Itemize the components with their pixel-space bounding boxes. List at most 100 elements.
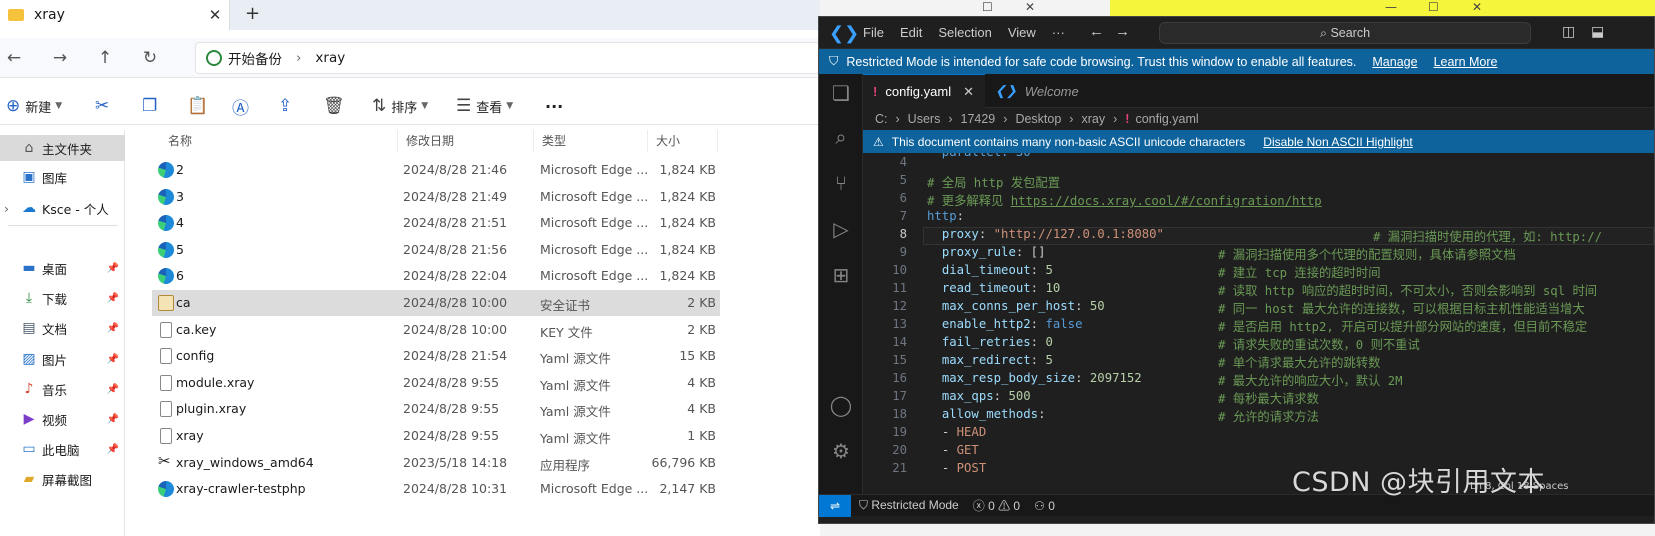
code-editor[interactable]: parallel: 30 4 5 # 全局 http 发包配置 6 # 更多解释见 ht… — [863, 153, 1654, 494]
file-row[interactable]: 6 2024/8/28 22:04 Microsoft Edge ... 1,824 … — [152, 263, 720, 289]
sidebar-item-4[interactable]: ⤓ 下载 📌 — [0, 285, 125, 311]
forward-arrow-icon[interactable]: → — [1115, 23, 1130, 40]
menu-item-3[interactable]: View — [1008, 25, 1036, 40]
file-row[interactable]: 2 2024/8/28 21:46 Microsoft Edge ... 1,824 … — [152, 157, 720, 183]
maximize-icon[interactable]: ☐ — [982, 0, 993, 14]
chevron-down-icon: ▼ — [55, 101, 63, 111]
remote-icon[interactable]: ⇌ — [819, 494, 851, 517]
view-button[interactable]: ☰ 查看 ▼ — [456, 95, 513, 117]
account-icon[interactable]: ◯ — [819, 386, 863, 426]
column-header-size[interactable]: 大小 — [648, 130, 718, 152]
sidebar-item-10[interactable]: ▰ 屏幕截图 — [0, 466, 125, 492]
minimize-icon[interactable]: — — [1385, 0, 1397, 14]
run-debug-icon[interactable]: ▷ — [819, 210, 863, 250]
breadcrumb-item[interactable]: Desktop — [1015, 112, 1061, 126]
sidebar-item-3[interactable]: ▬ 桌面 📌 — [0, 255, 125, 281]
sidebar-item-6[interactable]: ▨ 图片 📌 — [0, 346, 125, 372]
file-row[interactable]: 3 2024/8/28 21:49 Microsoft Edge ... 1,824 … — [152, 184, 720, 210]
back-icon[interactable]: ← — [0, 46, 28, 70]
close-icon[interactable]: ✕ — [1025, 0, 1035, 14]
sidebar-item-7[interactable]: ♪ 音乐 📌 — [0, 376, 125, 402]
file-row[interactable]: config 2024/8/28 21:54 Yaml 源文件 15 KB — [152, 343, 720, 369]
file-row[interactable]: ✂ xray_windows_amd64 2023/5/18 14:18 应用程序 66… — [152, 450, 720, 476]
file-icon — [160, 428, 172, 444]
close-icon[interactable]: ✕ — [963, 84, 974, 100]
breadcrumb-item[interactable]: 17429 — [961, 112, 996, 126]
file-row[interactable]: plugin.xray 2024/8/28 9:55 Yaml 源文件 4 KB — [152, 396, 720, 422]
source-control-icon[interactable]: ⑂ — [819, 164, 863, 204]
rename-button[interactable]: Ⓐ — [232, 95, 254, 119]
toggle-primary-sidebar-icon[interactable]: ◫ — [1562, 23, 1575, 40]
explorer-tab[interactable]: xray ✕ — [0, 0, 230, 30]
restricted-mode-banner: ⛉ Restricted Mode is intended for safe c… — [819, 49, 1654, 74]
breadcrumb-item[interactable]: C: — [875, 112, 888, 126]
file-row[interactable]: 5 2024/8/28 21:56 Microsoft Edge ... 1,824 … — [152, 237, 720, 263]
cut-button[interactable]: ✂ — [95, 95, 114, 117]
file-name: plugin.xray — [176, 401, 247, 417]
close-tab-icon[interactable]: ✕ — [201, 6, 229, 24]
learn-more-link[interactable]: Learn More — [1434, 55, 1498, 69]
sidebar-item-8[interactable]: ▶ 视频 📌 — [0, 406, 125, 432]
file-row[interactable]: ca.key 2024/8/28 10:00 KEY 文件 2 KB — [152, 317, 720, 343]
close-icon[interactable]: ✕ — [1472, 0, 1482, 14]
breadcrumb-item[interactable]: config.yaml — [1135, 112, 1198, 126]
column-header-type[interactable]: 类型 — [534, 130, 648, 152]
manage-link[interactable]: Manage — [1372, 55, 1417, 69]
sort-button[interactable]: ⇅ 排序 ▼ — [372, 95, 428, 117]
refresh-icon[interactable]: ↻ — [136, 46, 164, 70]
delete-button[interactable]: 🗑 — [323, 95, 350, 117]
status-problems[interactable]: ⓧ 0 ⚠ 0 — [973, 497, 1020, 514]
line-number: 13 — [892, 317, 907, 331]
disable-highlight-link[interactable]: Disable Non ASCII Highlight — [1263, 135, 1412, 149]
file-row[interactable]: module.xray 2024/8/28 9:55 Yaml 源文件 4 KB — [152, 370, 720, 396]
breadcrumb-item[interactable]: Users — [908, 112, 941, 126]
up-icon[interactable]: ↑ — [91, 46, 119, 70]
file-name: 2 — [176, 162, 184, 177]
more-button[interactable]: ··· — [545, 95, 563, 117]
line-number: 15 — [892, 353, 907, 367]
settings-gear-icon[interactable]: ⚙ — [819, 432, 863, 472]
edge-icon — [158, 215, 174, 232]
new-button-label: 新建 — [25, 100, 52, 116]
tab-config-yaml[interactable]: ! config.yaml ✕ — [863, 74, 985, 108]
sidebar-item-5[interactable]: ▤ 文档 📌 — [0, 315, 125, 341]
address-input[interactable]: 开始备份 › xray — [195, 42, 820, 74]
pin-icon: 📌 — [106, 322, 119, 334]
new-button[interactable]: ⊕ 新建 ▼ — [6, 95, 62, 117]
file-row[interactable]: xray-crawler-testphp 2024/8/28 10:31 Micro… — [152, 476, 720, 502]
explorer-files-icon[interactable]: ❏ — [819, 74, 863, 114]
pin-icon: 📌 — [106, 292, 119, 304]
status-restricted-mode[interactable]: ⛉ Restricted Mode — [859, 498, 959, 513]
breadcrumb-item-root[interactable]: 开始备份 — [228, 48, 282, 68]
menu-item-1[interactable]: Edit — [900, 25, 922, 40]
file-row[interactable]: xray 2024/8/28 9:55 Yaml 源文件 1 KB — [152, 423, 720, 449]
column-header-date[interactable]: 修改日期 — [398, 130, 534, 152]
file-row[interactable]: 4 2024/8/28 21:51 Microsoft Edge ... 1,824 … — [152, 210, 720, 236]
breadcrumb-item-xray[interactable]: xray — [315, 50, 345, 66]
paste-button[interactable]: 📋 — [187, 95, 213, 117]
column-header-name[interactable]: 名称 — [160, 130, 398, 152]
file-row[interactable]: ca 2024/8/28 10:00 安全证书 2 KB — [152, 290, 720, 316]
expand-chevron-icon[interactable]: › — [4, 201, 9, 216]
share-button[interactable]: ⇪ — [278, 95, 297, 117]
copy-button[interactable]: ❐ — [142, 95, 162, 117]
maximize-icon[interactable]: ☐ — [1428, 0, 1439, 14]
back-arrow-icon[interactable]: ← — [1089, 23, 1104, 40]
sidebar-item-2[interactable]: ☁ Ksce - 个人 › — [0, 195, 125, 221]
sidebar-item-9[interactable]: ▭ 此电脑 📌 — [0, 436, 125, 462]
extensions-icon[interactable]: ⊞ — [819, 256, 863, 296]
forward-icon[interactable]: → — [46, 46, 74, 70]
new-tab-button[interactable]: + — [245, 3, 260, 24]
command-search-box[interactable]: ⌕ Search — [1159, 22, 1531, 44]
sidebar-item-1[interactable]: ▣ 图库 — [0, 164, 125, 190]
menu-item-0[interactable]: File — [863, 25, 884, 40]
menu-item-2[interactable]: Selection — [938, 25, 991, 40]
sidebar-item-0[interactable]: ⌂ 主文件夹 — [0, 135, 125, 161]
breadcrumb-item[interactable]: xray — [1081, 112, 1105, 126]
search-icon[interactable]: ⌕ — [819, 118, 863, 158]
status-ports[interactable]: ⚇ 0 — [1034, 499, 1055, 513]
menu-item-4[interactable]: ··· — [1052, 25, 1065, 40]
toggle-panel-icon[interactable]: ⬓ — [1591, 23, 1604, 40]
tab-welcome[interactable]: ❮❯ Welcome — [985, 74, 1095, 108]
file-name: 3 — [176, 188, 184, 204]
